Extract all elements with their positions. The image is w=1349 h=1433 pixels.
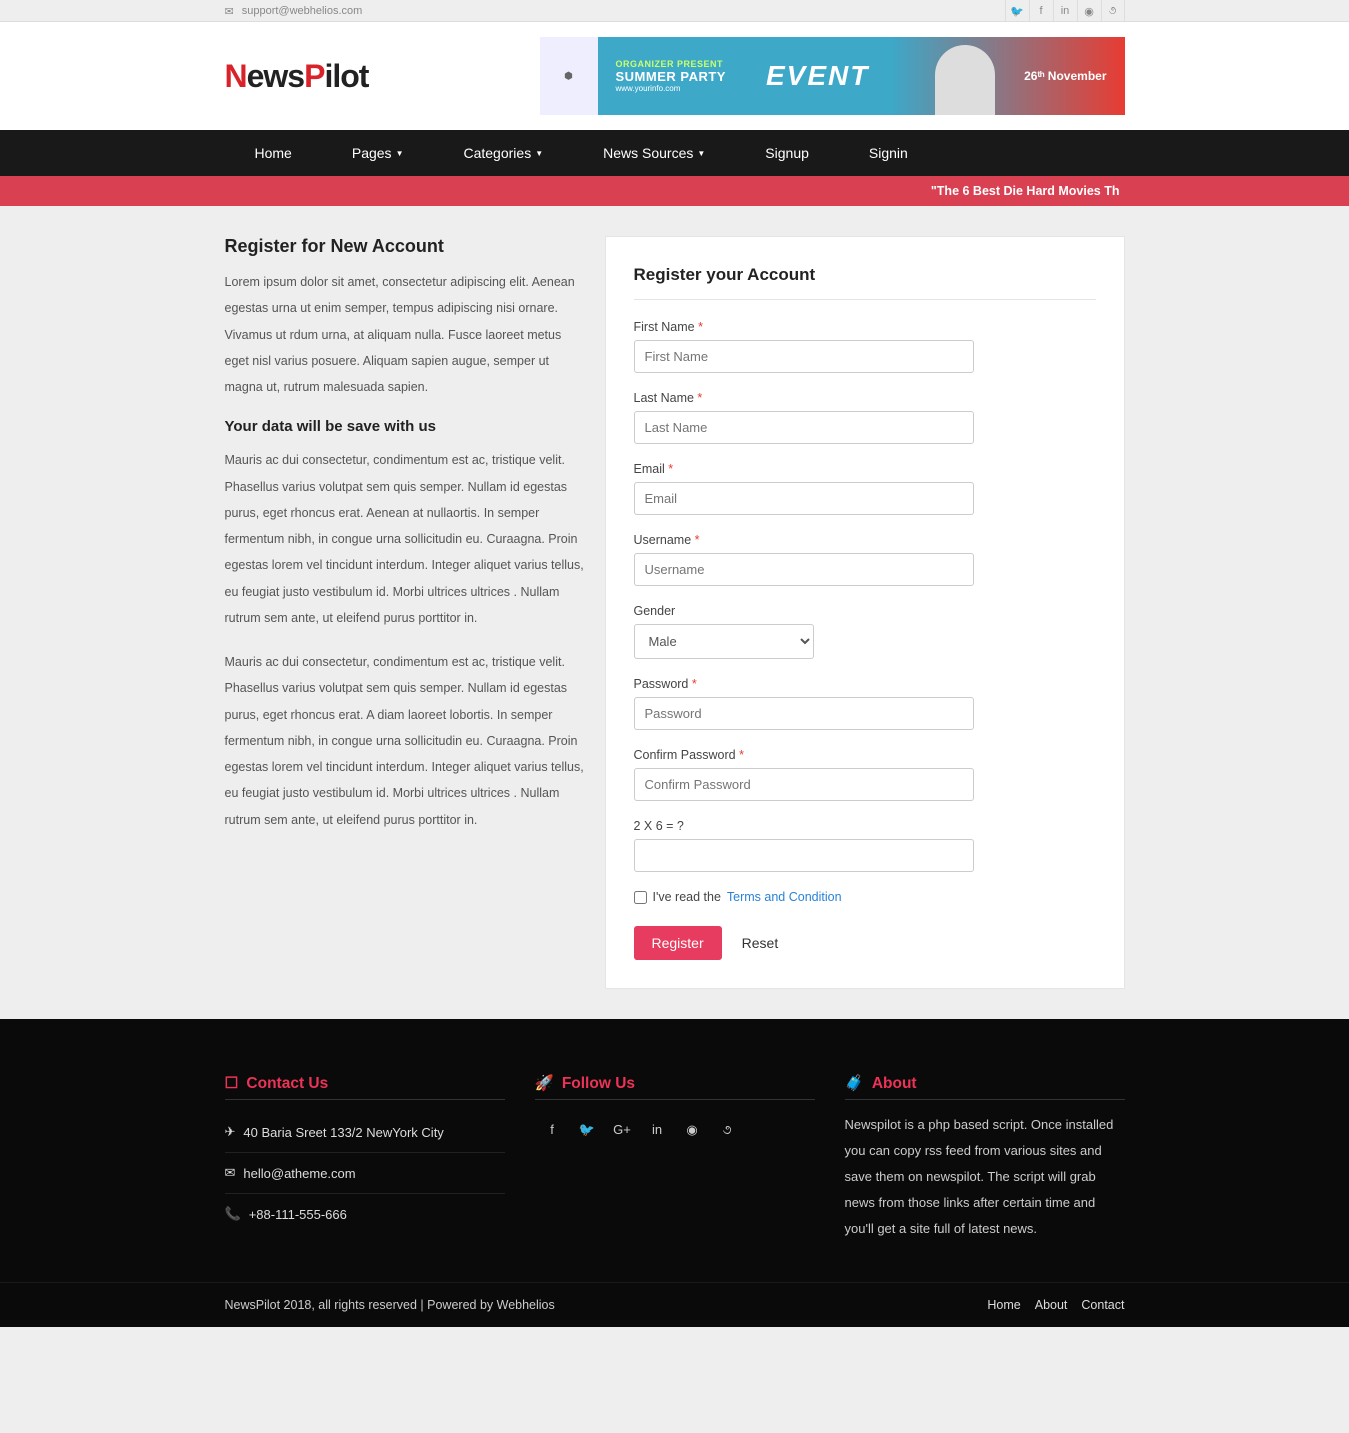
bottom-home[interactable]: Home: [987, 1298, 1020, 1312]
twitter-icon[interactable]: 🐦: [570, 1112, 605, 1147]
nav-news-sources[interactable]: News Sources▼: [573, 130, 735, 176]
footer-follow-title: 🚀Follow Us: [535, 1074, 815, 1100]
chevron-down-icon: ▼: [697, 149, 705, 158]
email-input[interactable]: [634, 482, 974, 515]
envelope-icon: ✉: [225, 5, 234, 18]
footer-email: ✉hello@atheme.com: [225, 1153, 505, 1194]
password-label: Password *: [634, 677, 1096, 691]
left-p3: Mauris ac dui consectetur, condimentum e…: [225, 649, 585, 833]
first-name-label: First Name *: [634, 320, 1096, 334]
nav-categories[interactable]: Categories▼: [433, 130, 573, 176]
gender-label: Gender: [634, 604, 1096, 618]
nav-signin[interactable]: Signin: [839, 130, 938, 176]
briefcase-icon: 🧳: [845, 1074, 864, 1093]
copyright: NewsPilot 2018, all rights reserved | Po…: [225, 1298, 555, 1312]
bottom-links: Home About Contact: [987, 1298, 1124, 1312]
left-heading: Register for New Account: [225, 236, 585, 257]
reset-button[interactable]: Reset: [736, 926, 785, 960]
footer-about-text: Newspilot is a php based script. Once in…: [845, 1112, 1125, 1242]
logo-p: P: [304, 58, 324, 94]
nav-home[interactable]: Home: [225, 130, 322, 176]
terms-text: I've read the: [653, 890, 721, 904]
footer-phone: 📞+88-111-555-666: [225, 1194, 505, 1234]
bottom-about[interactable]: About: [1035, 1298, 1068, 1312]
form-heading: Register your Account: [634, 265, 1096, 300]
chevron-down-icon: ▼: [396, 149, 404, 158]
rss-icon[interactable]: ૭: [1101, 0, 1125, 22]
envelope-icon: ✉: [225, 1165, 236, 1181]
footer-contact-title: ☐Contact Us: [225, 1074, 505, 1100]
banner-event: EVENT: [766, 60, 869, 92]
confirm-password-input[interactable]: [634, 768, 974, 801]
banner-date: 26ᵗʰ November: [1024, 69, 1106, 83]
plane-icon: ✈: [225, 1124, 236, 1140]
facebook-icon[interactable]: f: [535, 1112, 570, 1147]
email-label: Email *: [634, 462, 1096, 476]
topbar-social: 🐦 f in ◉ ૭: [1005, 0, 1125, 22]
linkedin-icon[interactable]: in: [640, 1112, 675, 1147]
rocket-icon: 🚀: [535, 1074, 554, 1093]
phone-icon: 📞: [225, 1206, 241, 1222]
pinterest-icon[interactable]: ◉: [675, 1112, 710, 1147]
banner-person-image: [935, 45, 995, 115]
gender-select[interactable]: Male: [634, 624, 814, 659]
username-label: Username *: [634, 533, 1096, 547]
logo-ilot: ilot: [324, 58, 368, 94]
facebook-icon[interactable]: f: [1029, 0, 1053, 22]
banner-line3: www.yourinfo.com: [616, 84, 726, 93]
support-email: ✉ support@webhelios.com: [225, 5, 363, 18]
address-book-icon: ☐: [225, 1074, 239, 1093]
bottom-contact[interactable]: Contact: [1081, 1298, 1124, 1312]
nav-pages[interactable]: Pages▼: [322, 130, 434, 176]
pinterest-icon[interactable]: ◉: [1077, 0, 1101, 22]
logo-ews: ews: [247, 58, 304, 94]
footer-social: f 🐦 G+ in ◉ ૭: [535, 1112, 815, 1147]
rss-icon[interactable]: ૭: [710, 1112, 745, 1147]
banner-ad[interactable]: ⬢ ORGANIZER PRESENT SUMMER PARTY www.you…: [540, 37, 1125, 115]
password-input[interactable]: [634, 697, 974, 730]
linkedin-icon[interactable]: in: [1053, 0, 1077, 22]
last-name-input[interactable]: [634, 411, 974, 444]
left-p1: Lorem ipsum dolor sit amet, consectetur …: [225, 269, 585, 400]
chevron-down-icon: ▼: [535, 149, 543, 158]
google-plus-icon[interactable]: G+: [605, 1112, 640, 1147]
support-email-text: support@webhelios.com: [242, 5, 363, 17]
footer-address: ✈40 Baria Sreet 133/2 NewYork City: [225, 1112, 505, 1153]
terms-checkbox[interactable]: [634, 891, 647, 904]
banner-line2: SUMMER PARTY: [616, 69, 726, 84]
banner-line1: ORGANIZER PRESENT: [616, 59, 726, 69]
last-name-label: Last Name *: [634, 391, 1096, 405]
left-p2: Mauris ac dui consectetur, condimentum e…: [225, 447, 585, 631]
confirm-password-label: Confirm Password *: [634, 748, 1096, 762]
news-ticker: "The 6 Best Die Hard Movies Th: [225, 184, 1125, 198]
captcha-label: 2 X 6 = ?: [634, 819, 1096, 833]
banner-company-logo: ⬢: [540, 37, 598, 115]
nav-signup[interactable]: Signup: [735, 130, 839, 176]
logo-n1: N: [225, 58, 247, 94]
username-input[interactable]: [634, 553, 974, 586]
first-name-input[interactable]: [634, 340, 974, 373]
left-subheading: Your data will be save with us: [225, 418, 585, 435]
register-button[interactable]: Register: [634, 926, 722, 960]
twitter-icon[interactable]: 🐦: [1005, 0, 1029, 22]
captcha-input[interactable]: [634, 839, 974, 872]
main-nav: Home Pages▼ Categories▼ News Sources▼ Si…: [225, 130, 1125, 176]
footer-about-title: 🧳About: [845, 1074, 1125, 1100]
logo[interactable]: NewsPilot: [225, 58, 369, 95]
terms-link[interactable]: Terms and Condition: [727, 890, 842, 904]
